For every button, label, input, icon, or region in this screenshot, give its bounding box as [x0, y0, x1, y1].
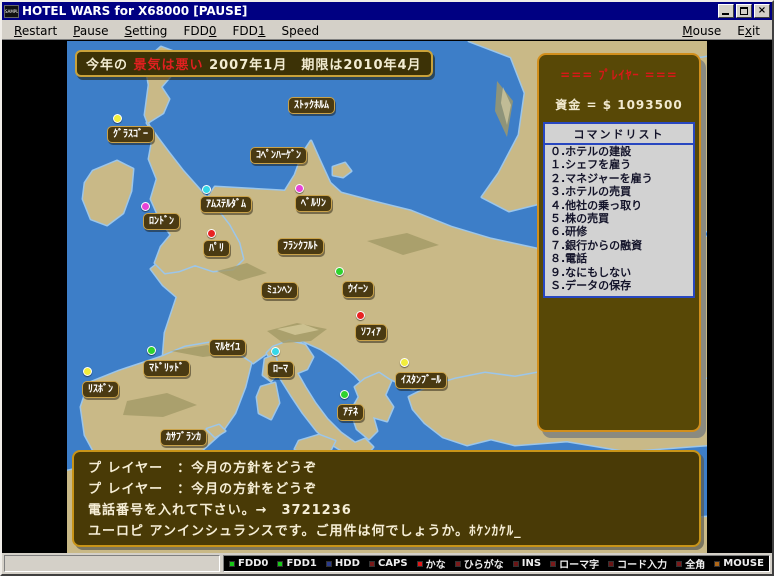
command-item[interactable]: ８.電話 — [545, 252, 693, 265]
city-dot — [271, 347, 280, 356]
menu-item-fdd0[interactable]: FDD0 — [175, 23, 224, 39]
city-dot — [207, 229, 216, 238]
city-dot — [340, 390, 349, 399]
led-icon — [550, 561, 556, 567]
game-screen: 今年の 景気は悪い 2007年1月 期限は2010年4月 === ﾌﾟﾚｲﾔｰ … — [67, 41, 707, 553]
command-item[interactable]: ７.銀行からの融資 — [545, 239, 693, 252]
city-label[interactable]: ｶｻﾌﾞﾗﾝｶ — [160, 429, 207, 446]
status-indicator-ローマ字: ローマ字 — [550, 556, 599, 571]
city-dot — [400, 358, 409, 367]
city-dot — [335, 267, 344, 276]
city-label[interactable]: ﾏﾙｾｲﾕ — [209, 339, 246, 356]
command-item[interactable]: ２.マネジャーを雇う — [545, 172, 693, 185]
city-dot — [113, 114, 122, 123]
command-item[interactable]: Ｓ.データの保存 — [545, 279, 693, 292]
title-bar: SAMPLE HOTEL WARS for X68000 [PAUSE] × — [2, 2, 772, 20]
date-banner: 今年の 景気は悪い 2007年1月 期限は2010年4月 — [75, 50, 433, 77]
menu-item-mouse[interactable]: Mouse — [674, 23, 729, 39]
status-indicator-fdd1: FDD1 — [277, 558, 316, 569]
city-dot — [295, 184, 304, 193]
menu-item-fdd1[interactable]: FDD1 — [224, 23, 273, 39]
status-indicator-fdd0: FDD0 — [229, 558, 268, 569]
close-button[interactable]: × — [754, 4, 770, 18]
message-line: プ レイヤー ：今月の方針をどうぞ — [88, 479, 685, 500]
city-label[interactable]: ﾛｰﾏ — [267, 361, 294, 378]
app-window: SAMPLE HOTEL WARS for X68000 [PAUSE] × R… — [0, 0, 774, 576]
city-dot — [202, 185, 211, 194]
command-list-title: コマンドリスト — [545, 124, 693, 145]
led-icon — [369, 561, 375, 567]
player-money: 資金 = $ 1093500 — [539, 96, 699, 113]
banner-text: 今年の — [86, 58, 128, 73]
status-indicator-ins: INS — [513, 558, 541, 569]
city-label[interactable]: ｽﾄｯｸﾎﾙﾑ — [288, 97, 335, 114]
command-item[interactable]: ５.株の売買 — [545, 212, 693, 225]
led-icon — [417, 561, 423, 567]
message-line: プ レイヤー ：今月の方針をどうぞ — [88, 458, 685, 479]
city-label[interactable]: ｸﾞﾗｽｺﾞｰ — [107, 126, 154, 143]
app-icon[interactable]: SAMPLE — [4, 5, 19, 18]
led-icon — [326, 561, 332, 567]
menu-item-setting[interactable]: Setting — [116, 23, 175, 39]
command-item[interactable]: ３.ホテルの売買 — [545, 185, 693, 198]
status-indicator-コード入力: コード入力 — [608, 556, 667, 571]
menu-item-exit[interactable]: Exit — [729, 23, 768, 39]
status-indicator-ひらがな: ひらがな — [455, 556, 504, 571]
status-indicator-かな: かな — [417, 556, 446, 571]
status-indicator-全角: 全角 — [676, 556, 705, 571]
banner-economy-text: 景気は悪い — [134, 58, 204, 73]
menu-item-speed[interactable]: Speed — [274, 23, 328, 39]
led-icon — [277, 561, 283, 567]
minimize-button[interactable] — [718, 4, 734, 18]
emulator-screen-area: 今年の 景気は悪い 2007年1月 期限は2010年4月 === ﾌﾟﾚｲﾔｰ … — [2, 40, 772, 553]
status-indicator-panel: FDD0 FDD1 HDD CAPS かなひらがな INS ローマ字コード入力全角 MOUSE — [223, 555, 770, 572]
menu-bar: RestartPauseSettingFDD0FDD1Speed MouseEx… — [2, 20, 772, 40]
message-input-line[interactable]: ユーロピ アンインシュランスです。ご用件は何でしょうか。ﾎｹﾝｶｹﾙ_ — [88, 521, 685, 542]
city-label[interactable]: ﾘｽﾎﾞﾝ — [82, 381, 119, 398]
city-label[interactable]: ｲｽﾀﾝﾌﾞｰﾙ — [395, 372, 447, 389]
city-dot — [147, 346, 156, 355]
command-item[interactable]: ０.ホテルの建設 — [545, 145, 693, 158]
command-list: コマンドリスト ０.ホテルの建設１.シェフを雇う２.マネジャーを雇う３.ホテルの… — [543, 122, 695, 298]
led-icon — [229, 561, 235, 567]
led-icon — [455, 561, 461, 567]
message-line: 電話番号を入れて下さい。→ 3721236 — [88, 500, 685, 521]
city-label[interactable]: ﾌﾗﾝｸﾌﾙﾄ — [277, 238, 324, 255]
command-item[interactable]: １.シェフを雇う — [545, 158, 693, 171]
city-dot — [83, 367, 92, 376]
led-icon — [513, 561, 519, 567]
led-icon — [608, 561, 614, 567]
status-indicator-hdd: HDD — [326, 558, 360, 569]
player-panel: === ﾌﾟﾚｲﾔｰ === 資金 = $ 1093500 コマンドリスト ０.… — [537, 53, 701, 432]
city-label[interactable]: ﾛﾝﾄﾞﾝ — [143, 213, 180, 230]
maximize-button[interactable] — [736, 4, 752, 18]
city-dot — [356, 311, 365, 320]
status-empty-cell — [4, 555, 220, 572]
city-label[interactable]: ﾊﾟﾘ — [203, 240, 230, 257]
window-title: HOTEL WARS for X68000 [PAUSE] — [22, 4, 716, 18]
command-item[interactable]: ９.なにもしない — [545, 266, 693, 279]
city-label[interactable]: ｱﾃﾈ — [337, 404, 364, 421]
status-indicator-mouse: MOUSE — [714, 558, 764, 569]
message-box: プ レイヤー ：今月の方針をどうぞプ レイヤー ：今月の方針をどうぞ電話番号を入… — [72, 450, 701, 547]
city-label[interactable]: ﾏﾄﾞﾘｯﾄﾞ — [143, 360, 190, 377]
banner-date-text: 2007年1月 期限は2010年4月 — [209, 58, 421, 73]
city-dot — [141, 202, 150, 211]
city-label[interactable]: ｱﾑｽﾃﾙﾀﾞﾑ — [200, 196, 252, 213]
city-label[interactable]: ﾐｭﾝﾍﾝ — [261, 282, 298, 299]
menu-item-restart[interactable]: Restart — [6, 23, 65, 39]
city-label[interactable]: ｳｲｰﾝ — [342, 281, 374, 298]
player-panel-title: === ﾌﾟﾚｲﾔｰ === — [539, 66, 699, 83]
city-label[interactable]: ﾍﾞﾙﾘﾝ — [295, 195, 332, 212]
led-icon — [676, 561, 682, 567]
led-icon — [714, 561, 720, 567]
menu-item-pause[interactable]: Pause — [65, 23, 116, 39]
command-item[interactable]: ４.他社の乗っ取り — [545, 199, 693, 212]
status-indicator-caps: CAPS — [369, 558, 408, 569]
status-bar: FDD0 FDD1 HDD CAPS かなひらがな INS ローマ字コード入力全角 MOUSE — [2, 553, 772, 574]
city-label[interactable]: ｿﾌｨｱ — [355, 324, 387, 341]
command-item[interactable]: ６.研修 — [545, 225, 693, 238]
city-label[interactable]: ｺﾍﾟﾝﾊｰｹﾞﾝ — [250, 147, 307, 164]
